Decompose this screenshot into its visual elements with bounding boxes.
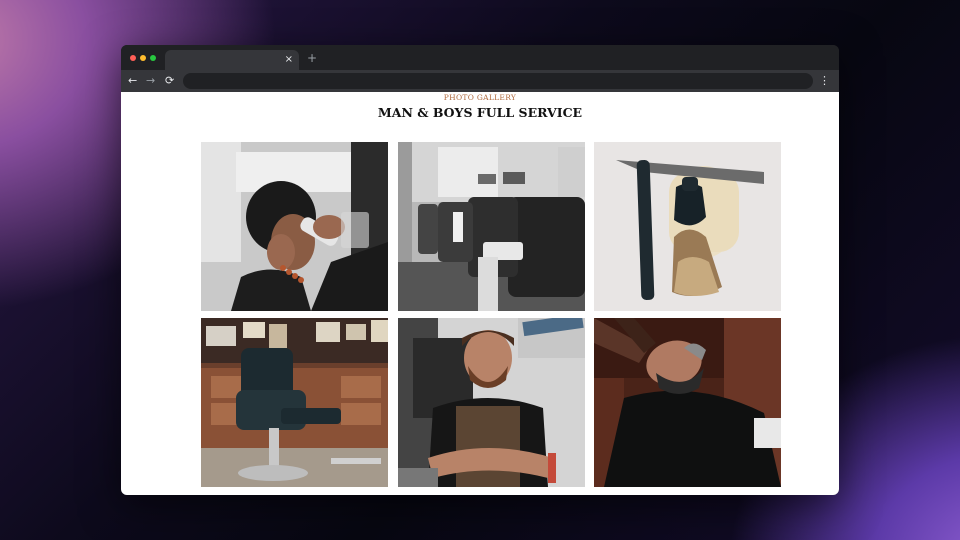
gallery-photo-bearded-barber[interactable] [398,318,585,487]
gallery-photo-haircut[interactable] [201,142,388,311]
browser-window: × + ← → ⟳ ⋮ PHOTO GALLERY MAN & BOYS FUL… [121,45,839,495]
gallery-eyebrow: PHOTO GALLERY [443,93,517,102]
tab-close-icon[interactable]: × [285,52,293,68]
gallery-photo-barber-chairs[interactable] [398,142,585,311]
address-bar[interactable] [183,73,813,89]
forward-arrow-icon[interactable]: → [146,73,155,89]
reload-icon[interactable]: ⟳ [165,73,174,89]
browser-toolbar: ← → ⟳ ⋮ [121,70,839,92]
gallery-title: MAN & BOYS FULL SERVICE [377,105,583,120]
browser-tab[interactable]: × [165,50,299,70]
gallery-photo-beard-trim[interactable] [594,318,781,487]
gallery-photo-razor-brush[interactable] [594,142,781,311]
tab-bar: × + [121,45,839,70]
minimize-window-dot[interactable] [140,55,146,61]
maximize-window-dot[interactable] [150,55,156,61]
back-arrow-icon[interactable]: ← [128,73,137,89]
page-content: PHOTO GALLERY MAN & BOYS FULL SERVICE [121,92,839,495]
close-window-dot[interactable] [130,55,136,61]
gallery-photo-vintage-chair[interactable] [201,318,388,487]
browser-menu-icon[interactable]: ⋮ [819,73,830,89]
new-tab-icon[interactable]: + [307,51,317,65]
